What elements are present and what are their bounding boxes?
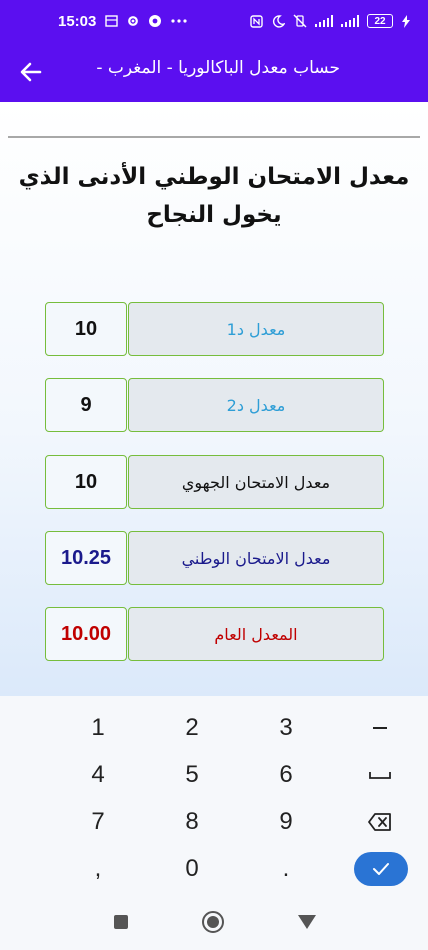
status-right: 22 [249,14,410,28]
input-regional-exam[interactable]: 10 [45,455,127,509]
result-general-average: 10.00 [45,607,127,661]
battery-icon: 22 [367,14,393,28]
moon-icon [271,14,285,28]
key-space[interactable] [340,753,420,797]
navigation-bar [0,892,428,950]
back-nav-button[interactable] [295,910,319,934]
enter-button[interactable] [354,852,408,886]
key-9[interactable]: 9 [246,800,326,844]
key-4[interactable]: 4 [58,753,138,797]
main-content: معدل الامتحان الوطني الأدنى الذي يخول ال… [0,102,428,696]
vibrate-off-icon [293,14,307,28]
key-3[interactable]: 3 [246,706,326,750]
label-general-average: المعدل العام [128,607,384,661]
charging-icon [401,14,410,28]
signal-icon [315,14,333,28]
app-bar: حساب معدل الباكالوريا - المغرب - [0,42,428,102]
key-backspace[interactable] [340,800,420,844]
key-dot[interactable]: . [246,847,326,891]
key-7[interactable]: 7 [58,800,138,844]
label-average-d1: معدل د1 [128,302,384,356]
more-dots-icon [170,14,188,28]
gallery-icon [104,14,118,28]
row-average-d2: معدل د2 9 [45,378,384,432]
row-national-exam: معدل الامتحان الوطني 10.25 [45,531,384,585]
space-icon [369,772,391,779]
input-average-d2[interactable]: 9 [45,378,127,432]
home-circle-icon [202,911,224,933]
status-time: 15:03 [58,12,97,30]
row-average-d1: معدل د1 10 [45,302,384,356]
chrome-icon [148,14,162,28]
key-5[interactable]: 5 [152,753,232,797]
key-1[interactable]: 1 [58,706,138,750]
nfc-icon [249,14,263,28]
key-2[interactable]: 2 [152,706,232,750]
backspace-icon [368,813,391,831]
key-8[interactable]: 8 [152,800,232,844]
page-heading: معدل الامتحان الوطني الأدنى الذي يخول ال… [18,164,410,228]
numeric-keyboard: 1 2 3 4 5 6 7 8 9 , 0 . [0,696,428,892]
app-title: حساب معدل الباكالوريا - المغرب - [96,58,340,78]
gear-icon [126,14,140,28]
recent-apps-button[interactable] [109,910,133,934]
square-icon [114,915,128,929]
row-general-average: المعدل العام 10.00 [45,607,384,661]
label-regional-exam: معدل الامتحان الجهوي [128,455,384,509]
arrow-left-icon [20,62,42,82]
label-national-exam: معدل الامتحان الوطني [128,531,384,585]
row-regional-exam: معدل الامتحان الجهوي 10 [45,455,384,509]
home-button[interactable] [201,910,225,934]
input-average-d1[interactable]: 10 [45,302,127,356]
status-left: 15:03 [58,13,188,30]
result-national-exam: 10.25 [45,531,127,585]
back-button[interactable] [16,57,46,87]
minus-icon [373,727,387,729]
triangle-back-icon [298,915,316,929]
key-0[interactable]: 0 [152,847,232,891]
key-6[interactable]: 6 [246,753,326,797]
key-comma[interactable]: , [58,847,138,891]
key-minus[interactable] [340,706,420,750]
label-average-d2: معدل د2 [128,378,384,432]
check-icon [373,863,389,875]
signal-icon [341,14,359,28]
divider [8,136,420,138]
status-bar: 15:03 22 [0,0,428,42]
